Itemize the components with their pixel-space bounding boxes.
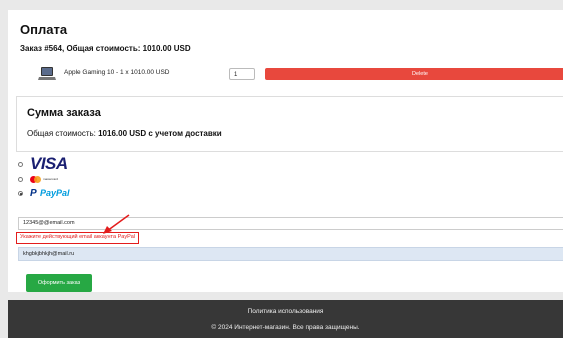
- copyright-text: © 2024 Интернет-магазин. Все права защищ…: [211, 324, 360, 331]
- place-order-button[interactable]: Оформить заказ: [26, 274, 92, 292]
- policy-link[interactable]: Политика использования: [8, 308, 563, 315]
- email-error-message: Укажите действующий email аккаунта PayPa…: [16, 232, 140, 244]
- mastercard-wordmark: mastercard: [43, 177, 59, 181]
- paypal-radio[interactable]: [18, 191, 23, 196]
- visa-radio[interactable]: [18, 162, 23, 167]
- quantity-input[interactable]: 1: [229, 68, 255, 80]
- visa-logo: VISA: [30, 154, 68, 173]
- mastercard-radio[interactable]: [18, 177, 23, 182]
- laptop-product-icon: [38, 67, 56, 80]
- summary-total-label: Общая стоимость:: [27, 129, 99, 138]
- footer: Политика использования © 2024 Интернет-м…: [8, 300, 563, 338]
- cart-item-row: Apple Gaming 10 - 1 x 1010.00 USD 1 Dele…: [38, 66, 563, 82]
- cart-item-text: Apple Gaming 10 - 1 x 1010.00 USD: [64, 69, 170, 76]
- mastercard-logo: mastercard: [30, 175, 58, 185]
- checkout-page: Оплата Заказ #564, Общая стоимость: 1010…: [8, 10, 563, 292]
- summary-total: Общая стоимость: 1016.00 USD с учетом до…: [27, 129, 222, 138]
- paypal-wordmark: PayPal: [40, 188, 70, 198]
- order-summary: Сумма заказа Общая стоимость: 1016.00 US…: [16, 96, 563, 152]
- summary-total-value: 1016.00 USD с учетом доставки: [98, 129, 222, 138]
- mastercard-orange-circle: [34, 176, 41, 183]
- paypal-p-icon: P: [30, 188, 37, 199]
- email-autofill-suggestion[interactable]: khgbkjbhkjh@mail.ru: [18, 247, 563, 261]
- page-title: Оплата: [20, 22, 68, 37]
- summary-title: Сумма заказа: [27, 107, 101, 119]
- delete-button[interactable]: Delete: [265, 68, 563, 80]
- order-heading: Заказ #564, Общая стоимость: 1010.00 USD: [20, 44, 191, 53]
- paypal-email-input[interactable]: 12345@@email.com: [18, 217, 563, 230]
